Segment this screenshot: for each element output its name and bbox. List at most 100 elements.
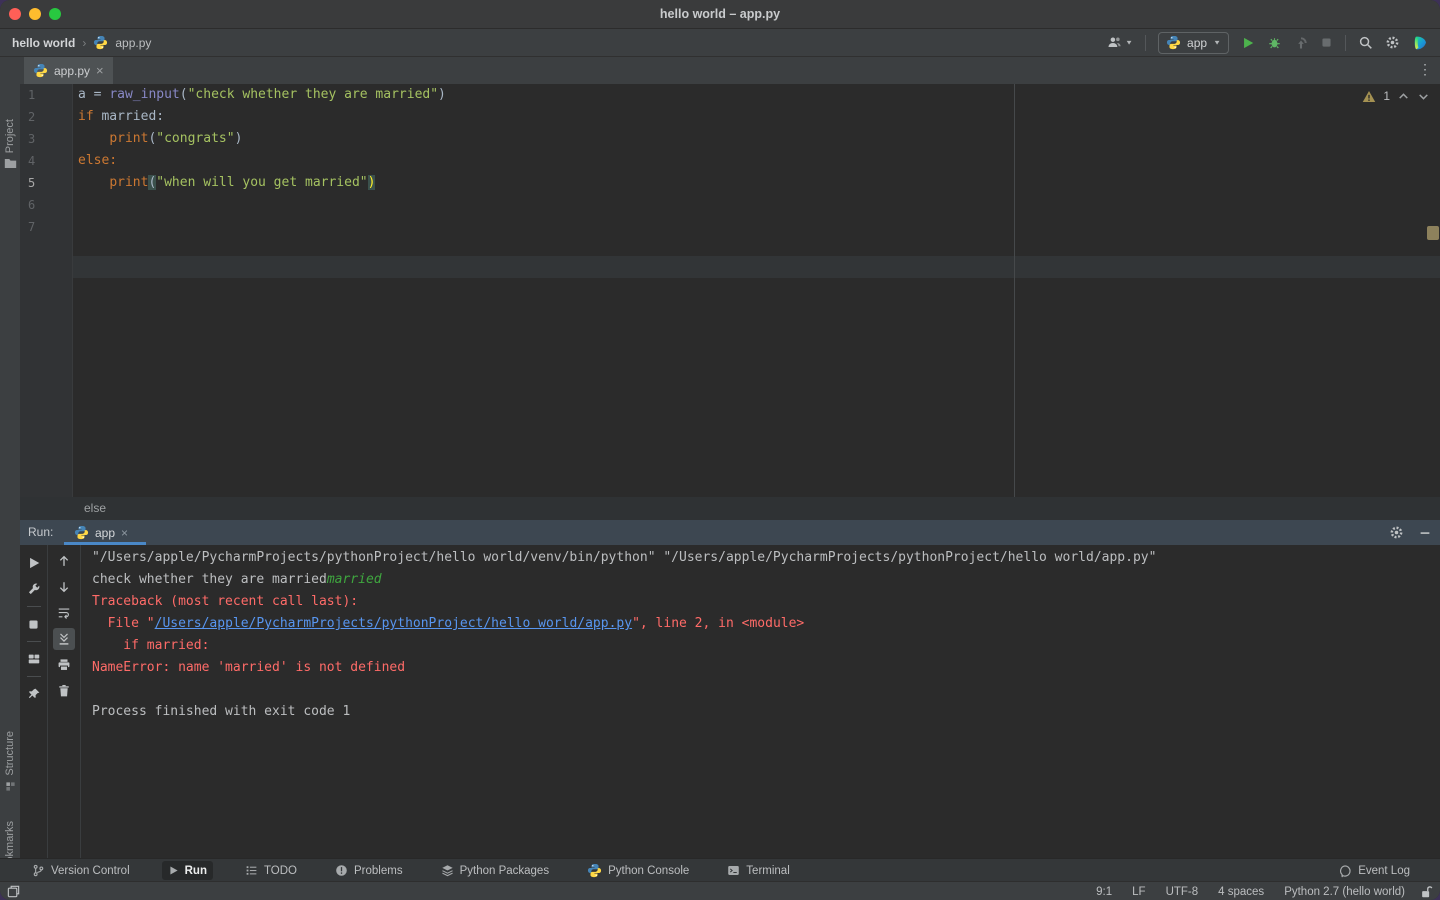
console-line: "/Users/apple/PycharmProjects/pythonProj…: [92, 547, 1156, 569]
status-item[interactable]: 9:1: [1096, 886, 1112, 898]
breadcrumb-else[interactable]: else: [84, 497, 106, 520]
editor-tab-bar: app.py × ⋮: [20, 57, 1440, 85]
python-icon: [587, 863, 602, 878]
error-circle-icon: [335, 864, 348, 877]
run-configuration-select[interactable]: app ▼: [1158, 31, 1229, 54]
console-text: check whether they are married: [92, 572, 327, 587]
status-item[interactable]: 4 spaces: [1218, 886, 1264, 898]
pin-icon: [27, 687, 41, 701]
code-token: "check whether they are married": [187, 87, 439, 102]
print-button[interactable]: [57, 652, 71, 678]
line-number: 5: [28, 176, 36, 190]
status-item[interactable]: Python 2.7 (hello world): [1284, 886, 1405, 898]
toolwindow-button-problems[interactable]: Problems: [329, 861, 409, 880]
jetbrains-gradient-icon[interactable]: [1412, 35, 1428, 51]
console-line: if married:: [92, 635, 1156, 657]
line-number: 4: [28, 154, 36, 168]
code-line: if married:: [78, 106, 446, 128]
search-everywhere-icon[interactable]: [1358, 35, 1373, 50]
toolwindow-switcher-icon[interactable]: [0, 884, 21, 899]
toolwindow-button-label: TODO: [263, 864, 297, 877]
debug-button[interactable]: [1267, 35, 1282, 50]
run-button[interactable]: [1241, 36, 1255, 50]
run-tab-label: app: [95, 525, 116, 540]
code-token: ): [367, 175, 376, 190]
tab-app-py[interactable]: app.py ×: [24, 57, 113, 84]
sidebar-item-project[interactable]: Project: [0, 119, 20, 169]
console-text: Process finished with exit code 1: [92, 704, 351, 719]
toolwindow-button-python-console[interactable]: Python Console: [581, 861, 695, 880]
layers-icon: [441, 864, 454, 877]
current-line-highlight: [20, 256, 1440, 278]
next-warning-chevron-down-icon[interactable]: [1417, 90, 1430, 103]
sidebar-item-label: Project: [4, 119, 16, 154]
breadcrumb-project[interactable]: hello world: [12, 36, 75, 50]
settings-gear-icon[interactable]: [1385, 35, 1400, 50]
sidebar-item-structure[interactable]: Structure: [0, 731, 20, 792]
console-text: ", line 2, in <module>: [632, 616, 805, 631]
toolwindow-button-version-control[interactable]: Version Control: [26, 861, 136, 880]
toolwindow-button-terminal[interactable]: Terminal: [721, 861, 795, 880]
toolwindow-button-run[interactable]: Run: [161, 861, 213, 880]
stop-button: [27, 611, 40, 637]
navigation-bar: hello world › app.py ▼ app ▼: [0, 29, 1440, 57]
inspection-widget[interactable]: 1: [1362, 89, 1430, 103]
toolwindow-button-todo[interactable]: TODO: [239, 861, 303, 880]
toolwindow-button-python-packages[interactable]: Python Packages: [435, 861, 556, 880]
run-settings-gear-icon[interactable]: [1389, 525, 1404, 540]
code-editor[interactable]: 1 2 3 4 5 6 7 a = raw_input("check whether the…: [20, 84, 1440, 497]
soft-wrap-button[interactable]: [57, 600, 71, 626]
layout-icon: [27, 652, 41, 666]
hide-toolwindow-icon[interactable]: [1418, 526, 1432, 540]
previous-warning-chevron-up-icon[interactable]: [1397, 90, 1410, 103]
console-text: married: [326, 572, 382, 587]
code-line: print("when will you get married"): [78, 172, 446, 194]
toolwindow-button-label: Run: [184, 864, 207, 877]
restore-layout-button[interactable]: [27, 646, 41, 672]
clear-all-button[interactable]: [57, 678, 71, 704]
edit-configuration-button[interactable]: [27, 576, 41, 602]
code-token: married:: [93, 109, 165, 124]
stop-button-disabled: [1320, 36, 1333, 49]
console-text: "/Users/apple/PycharmProjects/pythonProj…: [92, 550, 1157, 565]
scroll-to-end-button[interactable]: [53, 628, 75, 650]
left-toolwindow-stripe: Project Structure Bookmarks: [0, 57, 21, 892]
console-line: NameError: name 'married' is not defined: [92, 657, 1156, 679]
console-line: Traceback (most recent call last):: [92, 591, 1156, 613]
console-file-link[interactable]: /Users/apple/PycharmProjects/pythonProje…: [155, 616, 632, 631]
pin-tab-button[interactable]: [27, 681, 41, 707]
console-divider: [80, 545, 81, 858]
console-text: Traceback (most recent call last):: [92, 594, 359, 609]
console-output[interactable]: "/Users/apple/PycharmProjects/pythonProj…: [92, 547, 1156, 723]
line-number: 3: [28, 132, 36, 146]
status-item[interactable]: LF: [1132, 886, 1145, 898]
stop-icon: [27, 618, 40, 631]
toolwindow-button-label: Python Console: [608, 864, 690, 877]
event-log-button[interactable]: Event Log: [1338, 864, 1440, 878]
tab-options-kebab-icon[interactable]: ⋮: [1418, 61, 1432, 78]
line-number: 7: [28, 220, 36, 234]
event-log-label: Event Log: [1358, 864, 1410, 877]
close-tab-icon[interactable]: ×: [96, 64, 104, 77]
up-stacktrace-button[interactable]: [57, 548, 71, 574]
code-with-me-users-icon[interactable]: ▼: [1107, 35, 1133, 50]
code-token: print: [109, 175, 149, 190]
close-run-tab-icon[interactable]: ×: [121, 526, 128, 540]
code-line: else:: [78, 150, 446, 172]
code-area: a = raw_input("check whether they are ma…: [78, 84, 446, 238]
status-item[interactable]: UTF-8: [1166, 886, 1199, 898]
right-margin-guide: [1014, 84, 1015, 497]
lock-icon[interactable]: [1405, 885, 1440, 899]
rerun-button[interactable]: [27, 550, 41, 576]
down-stacktrace-button[interactable]: [57, 574, 71, 600]
code-token: raw_input: [109, 87, 180, 102]
code-token: "when will you get married": [156, 175, 368, 190]
breadcrumb-file[interactable]: app.py: [115, 36, 151, 50]
code-token: ): [438, 87, 446, 102]
warning-count: 1: [1383, 89, 1390, 103]
code-token: print: [109, 131, 149, 146]
event-log-balloon-icon: [1338, 864, 1352, 878]
trash-icon: [57, 684, 71, 698]
line-number: 1: [28, 88, 36, 102]
scrollbar-warning-mark[interactable]: [1427, 226, 1439, 240]
